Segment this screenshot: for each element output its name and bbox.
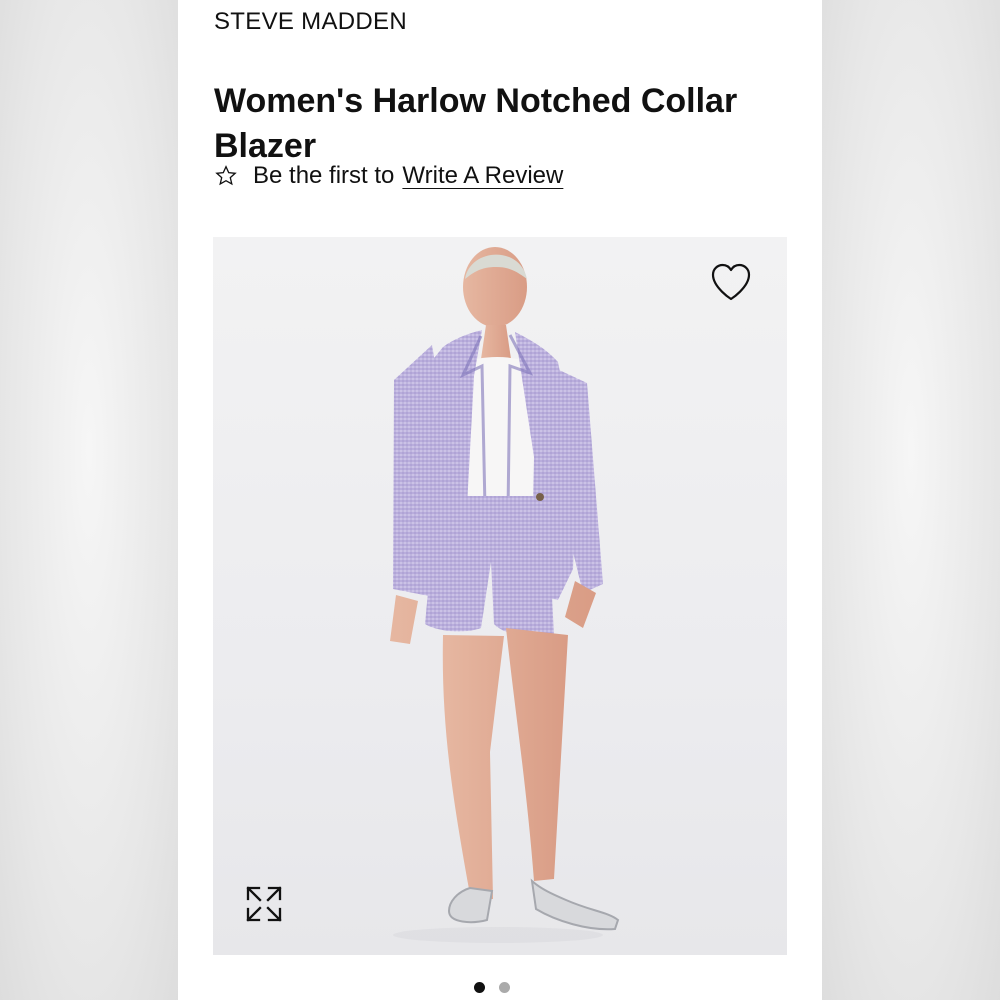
- left-blurred-background: [0, 0, 178, 1000]
- image-pagination: [474, 982, 510, 993]
- write-review-link[interactable]: Write A Review: [402, 162, 563, 190]
- pagination-dot-2[interactable]: [499, 982, 510, 993]
- heart-icon[interactable]: [709, 261, 753, 303]
- review-prefix: Be the first to: [253, 162, 395, 189]
- star-icon: [215, 165, 237, 186]
- right-blurred-background: [822, 0, 1000, 1000]
- review-prompt: Be the first to Write A Review: [214, 162, 563, 190]
- product-title: Women's Harlow Notched Collar Blazer: [214, 81, 738, 165]
- brand-name[interactable]: STEVE MADDEN: [214, 8, 407, 36]
- product-page-screenshot: STEVE MADDEN Women's Harlow Notched Coll…: [0, 0, 1000, 1000]
- model-product-image: [390, 247, 620, 943]
- pagination-dot-1[interactable]: [474, 982, 485, 993]
- expand-icon[interactable]: [244, 884, 284, 924]
- product-card: STEVE MADDEN Women's Harlow Notched Coll…: [178, 0, 822, 1000]
- model-figure: [390, 247, 620, 931]
- product-image-carousel[interactable]: [213, 237, 787, 955]
